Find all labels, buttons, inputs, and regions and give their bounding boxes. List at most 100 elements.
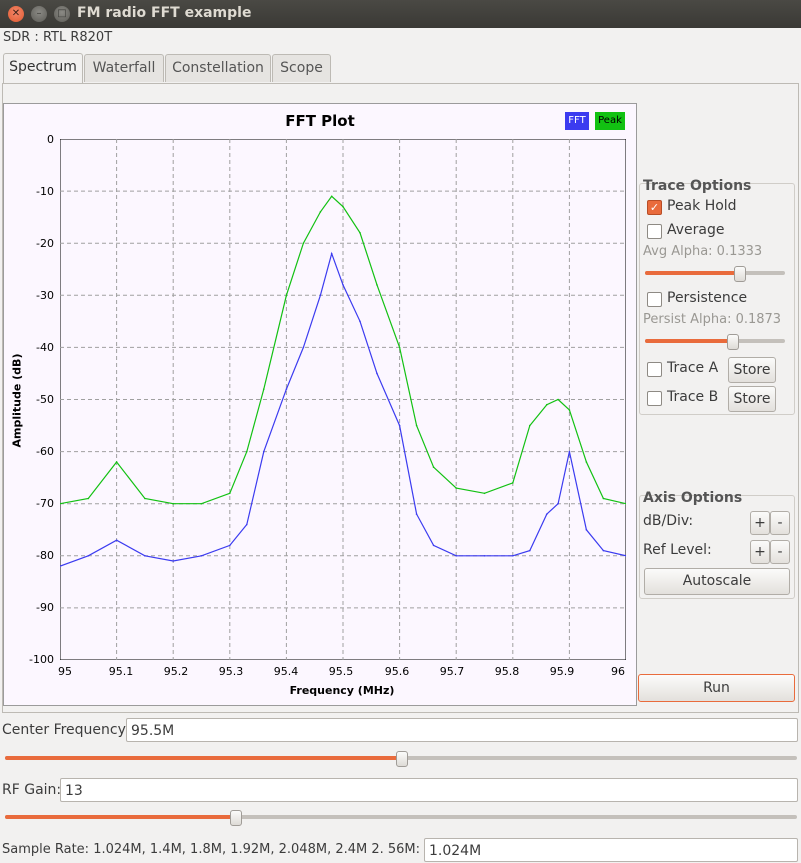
fft-chart-area bbox=[60, 139, 626, 660]
rf-gain-label: RF Gain: bbox=[2, 782, 62, 798]
avg-alpha-label: Avg Alpha: 0.1333 bbox=[643, 244, 763, 259]
y-tick: -40 bbox=[36, 341, 54, 354]
db-div-plus-button[interactable]: + bbox=[750, 511, 770, 535]
x-tick: 96 bbox=[611, 665, 625, 678]
y-tick: -30 bbox=[36, 289, 54, 302]
average-checkbox[interactable] bbox=[647, 224, 662, 239]
avg-alpha-fill bbox=[645, 271, 739, 275]
data-point-fft bbox=[342, 284, 344, 286]
data-point-fft bbox=[115, 539, 118, 541]
legend-fft: FFT bbox=[565, 112, 589, 130]
data-point-fft bbox=[302, 346, 305, 349]
trace-b-store-button[interactable]: Store bbox=[728, 386, 776, 412]
data-point-fft bbox=[398, 424, 401, 427]
x-tick: 95 bbox=[58, 665, 72, 678]
ref-level-plus-button[interactable]: + bbox=[750, 540, 770, 564]
center-frequency-field[interactable]: 95.5M bbox=[126, 718, 798, 742]
sample-rate-label: Sample Rate: 1.024M, 1.4M, 1.8M, 1.92M, … bbox=[2, 842, 421, 857]
data-point-fft bbox=[545, 513, 548, 515]
data-point-peak bbox=[342, 205, 344, 208]
sample-rate-field[interactable]: 1.024M bbox=[424, 838, 798, 862]
data-point-fft bbox=[262, 450, 265, 453]
data-point-fft bbox=[432, 544, 435, 547]
x-tick: 95.5 bbox=[328, 665, 354, 678]
trace-a-label: Trace A bbox=[667, 360, 719, 376]
data-point-fft bbox=[602, 549, 605, 552]
data-point-peak bbox=[432, 466, 435, 469]
data-point-peak bbox=[512, 482, 514, 484]
tab-waterfall[interactable]: Waterfall bbox=[84, 54, 164, 82]
trace-b-label: Trace B bbox=[667, 389, 719, 405]
data-point-fft bbox=[528, 549, 531, 552]
center-frequency-handle[interactable] bbox=[396, 751, 408, 767]
center-frequency-slider[interactable] bbox=[5, 751, 797, 767]
data-point-peak bbox=[172, 502, 174, 505]
persist-alpha-label: Persist Alpha: 0.1873 bbox=[643, 312, 782, 327]
trace-a-store-button[interactable]: Store bbox=[728, 357, 776, 383]
data-point-peak bbox=[528, 424, 531, 427]
db-div-minus-button[interactable]: - bbox=[770, 511, 790, 535]
data-point-peak bbox=[319, 211, 322, 213]
x-tick: 95.6 bbox=[384, 665, 410, 678]
y-tick: -60 bbox=[36, 445, 54, 458]
data-point-peak bbox=[376, 284, 378, 286]
legend-peak: Peak bbox=[595, 112, 625, 130]
persistence-label: Persistence bbox=[667, 290, 748, 306]
tab-spectrum[interactable]: Spectrum bbox=[3, 53, 83, 83]
data-point-fft bbox=[229, 544, 231, 547]
data-point-peak bbox=[483, 492, 486, 495]
tab-scope[interactable]: Scope bbox=[272, 54, 331, 82]
minimize-icon[interactable]: – bbox=[31, 6, 47, 22]
close-icon[interactable]: ✕ bbox=[8, 6, 24, 22]
data-point-fft bbox=[172, 560, 174, 562]
data-point-peak bbox=[200, 502, 203, 505]
run-button[interactable]: Run bbox=[638, 674, 795, 702]
data-point-peak bbox=[585, 461, 588, 463]
data-point-peak bbox=[262, 388, 265, 390]
tab-constellation[interactable]: Constellation bbox=[165, 54, 271, 82]
avg-alpha-handle[interactable] bbox=[734, 266, 746, 282]
data-point-peak bbox=[302, 242, 305, 244]
x-tick: 95.9 bbox=[549, 665, 575, 678]
data-point-fft bbox=[585, 528, 588, 531]
peak-hold-label: Peak Hold bbox=[667, 198, 737, 214]
x-tick: 95.3 bbox=[218, 665, 244, 678]
rf-gain-field[interactable]: 13 bbox=[60, 778, 798, 802]
data-point-peak bbox=[415, 424, 418, 427]
ref-level-minus-button[interactable]: - bbox=[770, 540, 790, 564]
data-point-peak bbox=[245, 450, 248, 453]
x-axis-label: Frequency (MHz) bbox=[289, 684, 395, 697]
sdr-label: SDR : RTL R820T bbox=[3, 30, 113, 45]
data-point-peak bbox=[87, 497, 90, 500]
window-title: FM radio FFT example bbox=[77, 5, 252, 21]
persist-alpha-slider[interactable] bbox=[645, 334, 785, 350]
data-point-fft bbox=[144, 555, 146, 557]
average-label: Average bbox=[667, 222, 725, 238]
data-point-peak bbox=[359, 231, 361, 234]
data-point-peak bbox=[330, 195, 333, 198]
data-point-fft bbox=[483, 555, 486, 557]
rf-gain-handle[interactable] bbox=[230, 810, 242, 826]
persistence-checkbox[interactable] bbox=[647, 292, 662, 307]
x-tick: 95.4 bbox=[273, 665, 299, 678]
y-tick: -90 bbox=[36, 601, 54, 614]
trace-b-checkbox[interactable] bbox=[647, 391, 662, 406]
data-point-peak bbox=[545, 403, 548, 406]
data-point-fft bbox=[200, 555, 203, 557]
data-point-fft bbox=[319, 294, 322, 297]
data-point-fft bbox=[415, 513, 418, 515]
data-point-fft bbox=[557, 502, 559, 505]
y-tick: -80 bbox=[36, 549, 54, 562]
autoscale-button[interactable]: Autoscale bbox=[644, 568, 790, 595]
data-point-fft bbox=[285, 388, 288, 390]
avg-alpha-slider[interactable] bbox=[645, 266, 785, 282]
plot-title: FFT Plot bbox=[285, 112, 355, 130]
center-frequency-fill bbox=[5, 756, 401, 760]
trace-a-checkbox[interactable] bbox=[647, 362, 662, 377]
db-div-label: dB/Div: bbox=[643, 513, 694, 529]
rf-gain-slider[interactable] bbox=[5, 810, 797, 826]
persist-alpha-handle[interactable] bbox=[727, 334, 739, 350]
persist-alpha-fill bbox=[645, 339, 732, 343]
maximize-icon[interactable]: □ bbox=[54, 6, 70, 22]
peak-hold-checkbox[interactable]: ✓ bbox=[647, 200, 662, 215]
